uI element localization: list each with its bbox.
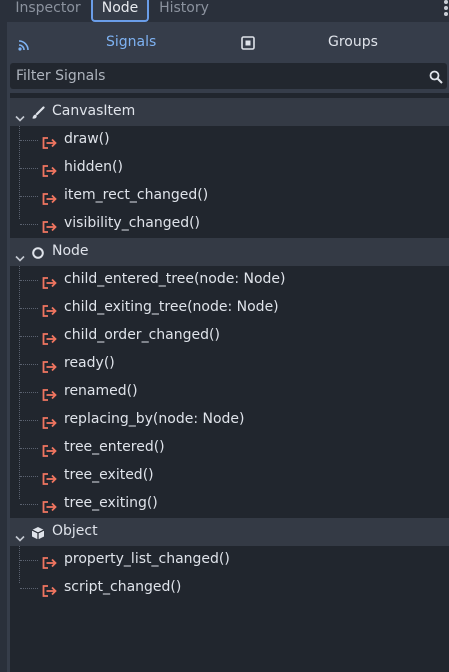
- signal-icon: [42, 302, 58, 321]
- filter-signals-input[interactable]: [10, 63, 420, 89]
- signal-label: visibility_changed(): [64, 215, 201, 231]
- cube-icon: [31, 525, 45, 544]
- signal-label: tree_exited(): [64, 467, 154, 483]
- signal-item[interactable]: child_order_changed(): [10, 322, 449, 350]
- tab-inspector[interactable]: Inspector: [9, 0, 87, 20]
- circle-node-icon: [31, 245, 45, 264]
- signal-item[interactable]: script_changed(): [10, 574, 449, 602]
- signal-icon: [42, 330, 58, 349]
- search-icon: [429, 69, 443, 88]
- category-node[interactable]: Node: [10, 238, 449, 266]
- left-divider: [0, 22, 7, 672]
- filter-signals-field[interactable]: [10, 63, 447, 89]
- node-dock: Inspector Node History Signals Groups Fi…: [0, 0, 449, 672]
- signal-item[interactable]: renamed(): [10, 378, 449, 406]
- signal-item[interactable]: child_entered_tree(node: Node): [10, 266, 449, 294]
- signal-item[interactable]: draw(): [10, 126, 449, 154]
- signal-icon: [42, 134, 58, 153]
- signal-icon: [42, 358, 58, 377]
- category-object[interactable]: Object: [10, 518, 449, 546]
- signal-item[interactable]: child_exiting_tree(node: Node): [10, 294, 449, 322]
- signal-label: property_list_changed(): [64, 551, 230, 567]
- signal-label: child_order_changed(): [64, 327, 220, 343]
- signal-label: replacing_by(node: Node): [64, 411, 245, 427]
- signal-icon: [42, 386, 58, 405]
- signal-icon: [42, 218, 58, 237]
- dock-menu-icon[interactable]: [443, 0, 449, 18]
- signal-item[interactable]: tree_entered(): [10, 434, 449, 462]
- signal-icon: [42, 470, 58, 489]
- signals-icon[interactable]: [18, 36, 30, 55]
- signal-item[interactable]: tree_exiting(): [10, 490, 449, 518]
- signals-tree: CanvasItem draw() hidden() item_rect_cha…: [10, 93, 449, 672]
- signal-label: script_changed(): [64, 579, 182, 595]
- groups-mode-button[interactable]: Groups: [328, 34, 378, 50]
- signal-label: child_exiting_tree(node: Node): [64, 299, 279, 315]
- signal-item[interactable]: ready(): [10, 350, 449, 378]
- signal-item[interactable]: tree_exited(): [10, 462, 449, 490]
- signal-label: item_rect_changed(): [64, 187, 209, 203]
- signal-item[interactable]: hidden(): [10, 154, 449, 182]
- category-canvasitem[interactable]: CanvasItem: [10, 98, 449, 126]
- signal-icon: [42, 274, 58, 293]
- signal-item[interactable]: replacing_by(node: Node): [10, 406, 449, 434]
- signal-item[interactable]: item_rect_changed(): [10, 182, 449, 210]
- dock-tab-bar: Inspector Node History: [0, 0, 449, 22]
- signal-icon: [42, 442, 58, 461]
- category-label: CanvasItem: [52, 103, 136, 119]
- signal-label: tree_entered(): [64, 439, 165, 455]
- signal-icon: [42, 498, 58, 517]
- signal-icon: [42, 190, 58, 209]
- tab-node[interactable]: Node: [91, 0, 149, 22]
- signal-label: renamed(): [64, 383, 138, 399]
- signal-item[interactable]: visibility_changed(): [10, 210, 449, 238]
- signal-icon: [42, 162, 58, 181]
- signal-label: tree_exiting(): [64, 495, 158, 511]
- chevron-down-icon[interactable]: [15, 248, 25, 267]
- category-label: Node: [52, 243, 89, 259]
- signal-item[interactable]: property_list_changed(): [10, 546, 449, 574]
- signals-groups-toggle: Signals Groups: [7, 28, 449, 58]
- signal-icon: [42, 582, 58, 601]
- signals-mode-button[interactable]: Signals: [106, 34, 156, 50]
- signal-icon: [42, 414, 58, 433]
- signal-label: ready(): [64, 355, 115, 371]
- signal-icon: [42, 554, 58, 573]
- brush-icon: [31, 105, 45, 124]
- chevron-down-icon[interactable]: [15, 108, 25, 127]
- tab-history[interactable]: History: [155, 0, 213, 20]
- chevron-down-icon[interactable]: [15, 528, 25, 547]
- signal-label: hidden(): [64, 159, 123, 175]
- signal-label: child_entered_tree(node: Node): [64, 271, 286, 287]
- signal-label: draw(): [64, 131, 110, 147]
- category-label: Object: [52, 523, 98, 539]
- groups-icon[interactable]: [241, 35, 255, 54]
